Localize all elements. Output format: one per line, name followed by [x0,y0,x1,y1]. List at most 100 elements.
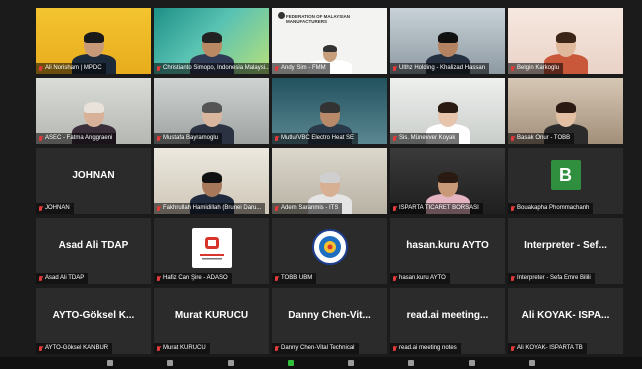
participant-name-label: Bouakapha Phommachanh [508,203,594,214]
apps-icon[interactable] [468,360,475,366]
share-icon[interactable] [287,360,294,366]
participant-tile-asad-ali-tdap[interactable]: Asad Ali TDAP Asad Ali TDAP [36,218,151,284]
participant-tile-bouakapha-phommachanh[interactable]: B Bouakapha Phommachanh [508,148,623,214]
participant-name-text: JOHNAN [45,205,70,211]
participant-display-name: Asad Ali TDAP [58,240,129,251]
mic-muted-icon [510,65,515,72]
participant-name-text: Mustafa Bayramoglu [163,135,219,141]
participant-name-label: Ali Norisham | MPDC [36,63,106,74]
participant-grid: Ali Norisham | MPDC Christianto Simopo, I… [36,8,623,355]
participant-name-label: Christianto Simopo, Indonesia Malaysi... [154,63,269,74]
participant-name-label: AYTO-Göksel KANBUR [36,343,113,354]
adaso-logo-icon [191,228,232,268]
participant-name-label: ASEC - Fatma Anggraeni [36,133,117,144]
participant-name-label: Fakhrullah Hamidillah (Brunei Daru... [154,203,266,214]
participant-name-text: Basak Onur - TOBB [517,135,571,141]
participant-display-name: read.ai meeting... [406,310,489,321]
participant-name-text: Sis. Münevver Koyak [399,135,456,141]
participant-name-text: AYTO-Göksel KANBUR [45,345,109,351]
participant-tile-andy-sim-fmm[interactable]: FEDERATION OF MALAYSIAN MANUFACTURERS And… [272,8,387,74]
participant-name-label: read.ai meeting notes [390,343,461,354]
participant-name-text: Ulthz Holding - Khalizad Hassan [399,65,486,71]
participant-name-label: Mutlu/VBC Electro Heat SE [272,133,359,144]
participant-display-name: AYTO-Göksel K... [52,310,135,321]
participant-tile-hafiz-can-ire-adaso[interactable]: Hafiz Can Şire - ADASO [154,218,269,284]
avatar: B [550,160,581,190]
participant-tile-isparta-ticaret-borsasi[interactable]: ISPARTA TICARET BORSASI [390,148,505,214]
mic-muted-icon [38,275,43,282]
mic-muted-icon [274,205,279,212]
video-icon[interactable] [167,360,174,366]
participant-name-text: Ali Norisham | MPDC [45,65,102,71]
mic-muted-icon [156,275,161,282]
participant-name-label: Hafiz Can Şire - ADASO [154,273,232,284]
participant-name-label: Mustafa Bayramoglu [154,133,223,144]
participant-name-label: ISPARTA TICARET BORSASI [390,203,483,214]
mic-muted-icon [392,345,397,352]
participant-tile-interpreter-sefa-emre-bilili[interactable]: Interpreter - Sef... Interpreter - Sefa E… [508,218,623,284]
mic-muted-icon [38,65,43,72]
participant-name-text: Fakhrullah Hamidillah (Brunei Daru... [163,205,262,211]
participant-tile-hasan-kuru-ayto[interactable]: hasan.kuru AYTO hasan.kuru AYTO [390,218,505,284]
participant-display-name: Murat KURUCU [174,310,249,321]
tobb-logo-icon [311,229,348,265]
participant-display-name: JOHNAN [72,170,115,181]
participant-name-label: Ali KOYAK- ISPARTA TB [508,343,587,354]
mic-muted-icon [274,275,279,282]
participant-name-label: Basak Onur - TOBB [508,133,575,144]
participant-tile-ayto-g-ksel-kanbur[interactable]: AYTO-Göksel K... AYTO-Göksel KANBUR [36,288,151,354]
shared-document-title: FEDERATION OF MALAYSIAN MANUFACTURERS [286,14,351,24]
mic-muted-icon [392,135,397,142]
participant-name-label: Murat KURUCU [154,343,210,354]
participant-name-label: JOHNAN [36,203,74,214]
participant-tile-danny-chen-vital-technical[interactable]: Danny Chen-Vit... Danny Chen-Vital Techni… [272,288,387,354]
participant-tile-adem-saranmis-its[interactable]: Adem Saranmis - ITS [272,148,387,214]
participant-tile-read-ai-meeting-notes[interactable]: read.ai meeting... read.ai meeting notes [390,288,505,354]
participant-tile-mustafa-bayramoglu[interactable]: Mustafa Bayramoglu [154,78,269,144]
mic-muted-icon [510,205,515,212]
participant-tile-ulthz-holding-khalizad-hassan[interactable]: Ulthz Holding - Khalizad Hassan [390,8,505,74]
mic-muted-icon [392,205,397,212]
participant-tile-belgin-karkoglu[interactable]: Belgin Karkoglu [508,8,623,74]
participant-name-text: Adem Saranmis - ITS [281,205,339,211]
mic-muted-icon [38,345,43,352]
participant-tile-ali-koyak-isparta-tb[interactable]: Ali KOYAK- ISPA... Ali KOYAK- ISPARTA TB [508,288,623,354]
participant-tile-basak-onur-tobb[interactable]: Basak Onur - TOBB [508,78,623,144]
participant-tile-murat-kurucu[interactable]: Murat KURUCU Murat KURUCU [154,288,269,354]
mic-muted-icon [274,65,279,72]
mic-muted-icon [510,275,515,282]
participant-name-text: Bouakapha Phommachanh [517,205,590,211]
participant-name-text: Interpreter - Sefa Emre Bilili [517,275,591,281]
participants-icon[interactable] [227,360,234,366]
participant-tile-ali-norisham-mpdc[interactable]: Ali Norisham | MPDC [36,8,151,74]
participant-tile-christianto-simopo-indonesia-malaysi[interactable]: Christianto Simopo, Indonesia Malaysi... [154,8,269,74]
mic-muted-icon [510,345,515,352]
participant-tile-sis-m-nevver-koyak[interactable]: Sis. Münevver Koyak [390,78,505,144]
participant-display-name: Ali KOYAK- ISPA... [521,310,610,321]
participant-name-text: Danny Chen-Vital Technical [281,345,355,351]
participant-display-name: hasan.kuru AYTO [406,240,489,251]
mic-muted-icon [156,205,161,212]
reactions-icon[interactable] [408,360,415,366]
participant-name-label: Belgin Karkoglu [508,63,564,74]
participant-name-text: Hafiz Can Şire - ADASO [163,275,228,281]
participant-name-text: Murat KURUCU [163,345,206,351]
participant-name-text: ASEC - Fatma Anggraeni [45,135,113,141]
participant-tile-tobb-ubm[interactable]: TOBB UBM [272,218,387,284]
participant-name-text: Asad Ali TDAP [45,275,85,281]
participant-tile-asec-fatma-anggraeni[interactable]: ASEC - Fatma Anggraeni [36,78,151,144]
participant-name-text: Christianto Simopo, Indonesia Malaysi... [163,65,269,71]
participant-tile-johnan[interactable]: JOHNAN JOHNAN [36,148,151,214]
mic-muted-icon [156,345,161,352]
participant-tile-mutlu-vbc-electro-heat-se[interactable]: Mutlu/VBC Electro Heat SE [272,78,387,144]
participant-name-text: Mutlu/VBC Electro Heat SE [281,135,355,141]
mic-icon[interactable] [107,360,114,366]
record-icon[interactable] [348,360,355,366]
more-icon[interactable] [528,360,535,366]
mic-muted-icon [510,135,515,142]
participant-name-text: read.ai meeting notes [399,345,457,351]
participant-name-label: Ulthz Holding - Khalizad Hassan [390,63,490,74]
participant-tile-fakhrullah-hamidillah-brunei-daru[interactable]: Fakhrullah Hamidillah (Brunei Daru... [154,148,269,214]
mic-muted-icon [38,135,43,142]
mic-muted-icon [274,345,279,352]
